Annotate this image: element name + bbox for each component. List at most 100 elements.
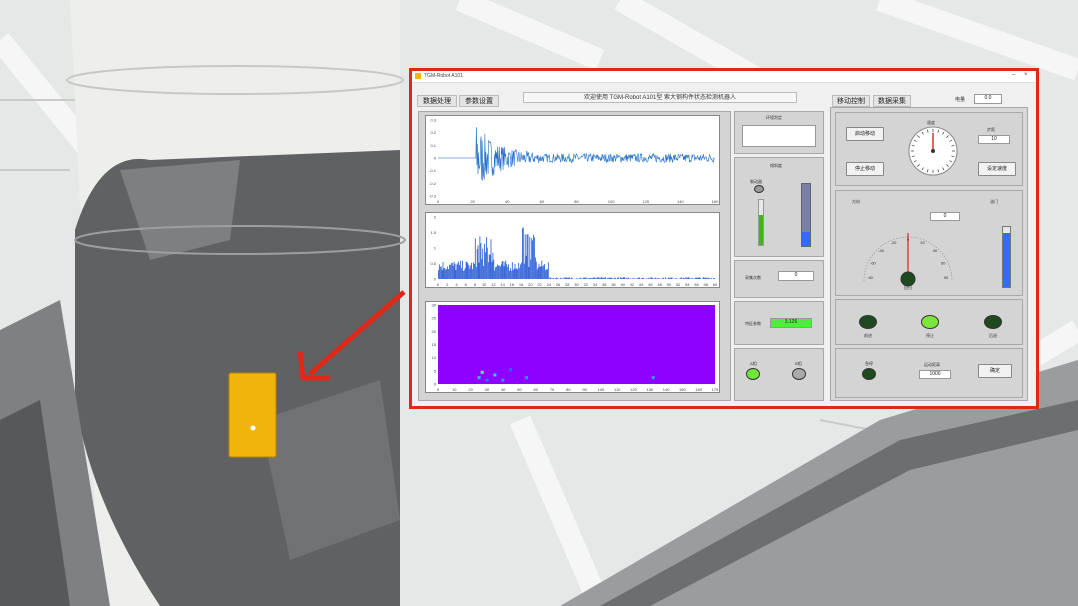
spectrum-bar	[510, 270, 512, 279]
tab-parameter-settings[interactable]: 参数设置	[459, 95, 499, 107]
move-distance-value[interactable]: 1000	[919, 370, 951, 379]
stop-move-button[interactable]: 停止移动	[846, 162, 884, 176]
spectrum-bar	[511, 262, 513, 279]
x-tick-label: 40	[620, 282, 625, 287]
spectrum-bar	[518, 263, 520, 279]
spectrum-bar	[671, 277, 673, 279]
spectrum-bar	[583, 277, 585, 279]
spectrum-bar	[526, 234, 528, 279]
led-b	[792, 368, 806, 380]
spectrum-bar	[628, 277, 629, 279]
spectrum-bar	[517, 269, 519, 279]
spectrum-bar	[464, 267, 466, 279]
tab-data-acquisition[interactable]: 数据采集	[873, 95, 911, 107]
spectrum-bar	[597, 277, 599, 279]
spectrum-bar	[500, 264, 502, 279]
x-tick-label: 60	[713, 282, 718, 287]
spectrum-bar	[697, 277, 699, 279]
emergency-label: 急停	[865, 361, 873, 366]
spectrum-bar	[560, 278, 562, 279]
y-tick-label: 0	[434, 156, 437, 161]
spectrum-bar	[495, 267, 496, 279]
spectrum-bar	[557, 278, 558, 279]
spectrum-bar	[698, 277, 700, 279]
heatmap-background	[438, 305, 715, 384]
speed-dial[interactable]	[907, 125, 959, 177]
x-tick-label: 10	[482, 282, 487, 287]
spectrum-bar	[496, 266, 497, 279]
spectrum-bar	[618, 277, 619, 279]
spectrum-bar	[505, 260, 507, 279]
x-tick-label: 60	[540, 199, 545, 204]
spectrum-bar	[450, 263, 452, 279]
spectrum-bar	[537, 267, 539, 279]
spectrum-bar	[544, 264, 545, 279]
emergency-led[interactable]	[862, 368, 876, 380]
direction-tick-label: -60	[870, 261, 877, 266]
spectrum-bar	[695, 277, 697, 279]
waveform-chart: 0.3 0.2 0.1 0 -0.1 -0.2 -0.3 0 20 40 60 80 100 120 140…	[425, 115, 720, 205]
spectrum-bar	[665, 277, 666, 279]
spectrum-bar	[567, 277, 569, 279]
spectrogram-chart: 30 25 20 15 10 5 0 0 10 20 30 40 50 60 70 80 90 100 110 120…	[425, 301, 720, 393]
x-tick-label: 20	[528, 282, 533, 287]
spectrum-bar	[507, 266, 509, 279]
spectrum-bar	[655, 278, 657, 279]
spectrum-bar	[536, 269, 538, 279]
spectrum-bar	[531, 238, 533, 279]
start-move-button[interactable]: 启动移动	[846, 127, 884, 141]
x-tick-label: 10	[452, 387, 457, 392]
x-tick-label: 120	[642, 199, 649, 204]
x-tick-label: 175	[712, 387, 719, 392]
tab-data-processing[interactable]: 数据处理	[417, 95, 457, 107]
throttle-gauge[interactable]	[1002, 226, 1011, 288]
x-tick-label: 48	[657, 282, 662, 287]
x-tick-label: 160	[712, 199, 719, 204]
spectrum-bar	[607, 278, 609, 279]
forward-label: 前进	[864, 333, 872, 338]
spectrum-bar	[595, 278, 596, 279]
set-speed-button[interactable]: 设定速度	[978, 162, 1016, 176]
x-tick-label: 36	[602, 282, 607, 287]
step-value[interactable]: 10	[978, 135, 1010, 144]
x-tick-label: 140	[663, 387, 670, 392]
spectrum-bar	[682, 278, 684, 279]
spectrum-bar	[439, 266, 441, 279]
spectrum-bar	[483, 265, 484, 279]
x-tick-label: 20	[468, 387, 473, 392]
spectrum-bar	[619, 277, 621, 279]
led-a	[746, 368, 760, 380]
spectrum-bar	[513, 268, 515, 279]
spectrum-bar	[522, 228, 523, 279]
feature-value: 3.126	[770, 318, 812, 328]
spectrum-bar	[613, 278, 615, 279]
direction-value[interactable]: 0	[930, 212, 960, 221]
spectrum-bar	[465, 262, 467, 279]
spectrum-bar	[588, 278, 590, 279]
x-tick-label: 56	[694, 282, 699, 287]
direction-tick-label: -40	[878, 248, 885, 253]
y-tick-label: 15	[432, 342, 437, 347]
confirm-button[interactable]: 确定	[978, 364, 1012, 378]
direction-tick-label: -20	[891, 240, 898, 245]
spectrum-bar	[514, 264, 516, 279]
tab-motion-control[interactable]: 移动控制	[832, 95, 870, 107]
x-tick-label: 44	[639, 282, 644, 287]
direction-dial[interactable]: -90-60-40-20020406090	[854, 221, 962, 293]
x-tick-label: 52	[676, 282, 681, 287]
spectrum-bar	[708, 278, 710, 279]
spectrum-bar	[669, 277, 671, 279]
spectrum-chart: 2 1.5 1 0.5 0 0 2 4 6 8 10 12 14 16 18 20 22 24 26 28 30 32 34…	[425, 212, 720, 288]
close-icon[interactable]: ×	[1024, 72, 1028, 78]
minimize-icon[interactable]: –	[1012, 72, 1015, 78]
spectrum-bar	[535, 261, 537, 279]
spectrum-bar	[499, 266, 501, 279]
spectrum-bar	[601, 277, 603, 279]
step-label: 步距	[987, 127, 995, 132]
spectrum-bar	[706, 278, 708, 279]
led-b-label: B相	[795, 361, 802, 366]
spectrum-bar	[447, 266, 448, 279]
spectrum-bar	[488, 254, 490, 279]
spectrum-bar	[648, 277, 650, 279]
spectrum-bar	[475, 267, 477, 279]
